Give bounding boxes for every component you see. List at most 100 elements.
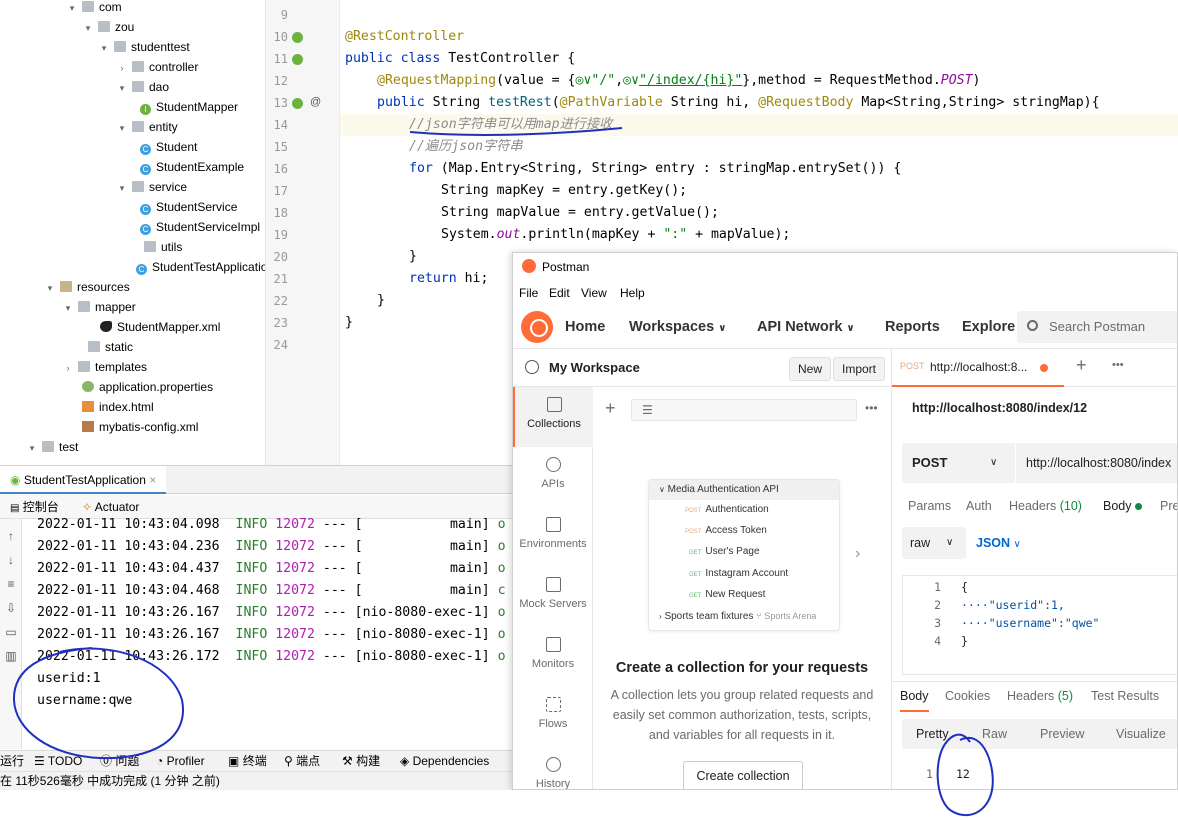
view-raw[interactable]: Raw [982, 719, 1007, 749]
tab-auth[interactable]: Auth [966, 499, 992, 513]
tree-item-studenttest[interactable]: ▾ studenttest [98, 37, 190, 57]
tree-item-studentservice[interactable]: C StudentService [136, 197, 237, 217]
scroll-to-end-icon[interactable]: ⇩ [4, 601, 18, 615]
view-pretty[interactable]: Pretty [916, 719, 949, 749]
nav-workspaces[interactable]: Workspaces ∨ [629, 305, 726, 351]
plus-icon[interactable]: + [1076, 355, 1087, 376]
chevron-down-icon[interactable]: ▾ [98, 38, 110, 58]
nav-api-network[interactable]: API Network ∨ [757, 305, 855, 351]
body-language-select[interactable]: JSON ∨ [976, 527, 1021, 561]
chevron-down-icon[interactable]: ▾ [82, 18, 94, 38]
rail-apis[interactable]: APIs [513, 447, 593, 507]
menu-help[interactable]: Help [620, 281, 645, 305]
tree-item-student[interactable]: C Student [136, 137, 197, 157]
tab-profiler[interactable]: ◔ Profiler [156, 751, 205, 772]
chevron-right-icon[interactable]: › [116, 58, 128, 78]
plus-icon[interactable]: + [605, 397, 616, 419]
tree-item-zou[interactable]: ▾ zou [82, 17, 135, 38]
up-arrow-icon[interactable]: ↑ [4, 529, 18, 543]
run-tab[interactable]: ◉ StudentTestApplication × [0, 466, 167, 494]
tree-item-static[interactable]: static [72, 337, 133, 357]
tree-item-mybatis-config[interactable]: mybatis-config.xml [78, 417, 198, 437]
tree-item-service[interactable]: ▾ service [116, 177, 187, 197]
tab-run[interactable]: 运行 [0, 751, 24, 772]
down-arrow-icon[interactable]: ↓ [4, 553, 18, 567]
soft-wrap-icon[interactable]: ≡ [4, 577, 18, 591]
tree-item-studentserviceimpl[interactable]: C StudentServiceImpl [136, 217, 260, 237]
tab-response-body[interactable]: Body [900, 682, 929, 712]
nav-explore[interactable]: Explore [962, 305, 1015, 349]
import-button[interactable]: Import [833, 357, 886, 381]
create-collection-button[interactable]: Create collection [683, 761, 803, 789]
chevron-down-icon[interactable]: ▾ [62, 298, 74, 318]
spring-mapping-icon[interactable] [292, 98, 303, 109]
tree-item-studentmapper[interactable]: I StudentMapper [136, 97, 238, 117]
tree-item-test[interactable]: ▾ test [26, 437, 79, 458]
menu-view[interactable]: View [581, 281, 607, 305]
tree-item-templates[interactable]: › templates [62, 357, 148, 378]
tab-todo[interactable]: ☰ TODO [34, 751, 82, 772]
rail-mock-servers[interactable]: Mock Servers [513, 567, 593, 627]
tab-params[interactable]: Params [908, 499, 951, 513]
tree-item-dao[interactable]: ▾ dao [116, 77, 169, 97]
postman-logo-icon[interactable] [521, 311, 553, 343]
tree-item-utils[interactable]: utils [128, 237, 182, 257]
view-preview[interactable]: Preview [1040, 719, 1084, 749]
tree-item-mapper[interactable]: ▾ mapper [62, 297, 136, 317]
tree-item-studenttestapplication[interactable]: C StudentTestApplication [132, 257, 265, 277]
tree-item-studentmapper-xml[interactable]: StudentMapper.xml [96, 317, 220, 337]
chevron-down-icon[interactable]: ▾ [116, 78, 128, 98]
view-visualize[interactable]: Visualize [1116, 719, 1166, 749]
more-icon[interactable]: ••• [865, 397, 878, 419]
body-mode-select[interactable]: raw ∨ [902, 527, 966, 559]
chevron-right-icon[interactable]: › [855, 545, 860, 563]
spring-bean-icon[interactable] [292, 54, 303, 65]
search-input[interactable]: Search Postman [1017, 311, 1177, 343]
print-icon[interactable]: ▭ [4, 625, 18, 639]
chevron-down-icon[interactable]: ▾ [116, 178, 128, 198]
tab-build[interactable]: ⚒ 构建 [342, 751, 380, 772]
method-select[interactable]: POST ∨ [902, 443, 1016, 483]
tab-body[interactable]: Body [1103, 499, 1142, 513]
rail-history[interactable]: History [513, 747, 593, 789]
nav-home[interactable]: Home [565, 305, 605, 349]
tree-item-entity[interactable]: ▾ entity [116, 117, 178, 137]
filter-input[interactable]: ☰ [631, 399, 857, 421]
spring-bean-icon[interactable] [292, 32, 303, 43]
tab-problems[interactable]: ⓪ 问题 [100, 751, 139, 772]
tab-test-results[interactable]: Test Results [1091, 682, 1159, 710]
nav-reports[interactable]: Reports [885, 305, 940, 349]
new-button[interactable]: New [789, 357, 832, 381]
tab-dependencies[interactable]: ◈ Dependencies [400, 751, 489, 772]
close-icon[interactable]: × [149, 473, 156, 487]
rail-flows[interactable]: Flows [513, 687, 593, 747]
more-icon[interactable]: ••• [1112, 359, 1124, 371]
tree-item-controller[interactable]: › controller [116, 57, 199, 78]
chevron-down-icon[interactable]: ▾ [66, 0, 78, 18]
tab-response-headers[interactable]: Headers (5) [1007, 682, 1073, 710]
tab-terminal[interactable]: ▣ 终端 [228, 751, 267, 772]
url-input[interactable]: http://localhost:8080/index [1026, 443, 1171, 483]
trash-icon[interactable]: ▥ [4, 649, 18, 663]
request-tab[interactable]: POST http://localhost:8... [892, 349, 1064, 387]
rail-collections[interactable]: Collections [513, 387, 593, 447]
tab-headers[interactable]: Headers (10) [1009, 499, 1082, 513]
tree-item-studentexample[interactable]: C StudentExample [136, 157, 244, 177]
tab-cookies[interactable]: Cookies [945, 682, 990, 710]
chevron-down-icon[interactable]: ▾ [26, 438, 38, 458]
tree-item-com[interactable]: ▾ com [66, 0, 122, 17]
request-body-editor[interactable]: 1 2 3 4 { ····"userid":1, ····"username"… [902, 575, 1177, 675]
chevron-down-icon[interactable]: ▾ [116, 118, 128, 138]
tree-item-resources[interactable]: ▾ resources [44, 277, 130, 297]
rail-monitors[interactable]: Monitors [513, 627, 593, 687]
tree-item-index-html[interactable]: index.html [78, 397, 154, 417]
request-name[interactable]: http://localhost:8080/index/12 [912, 401, 1087, 415]
workspace-name[interactable]: My Workspace [549, 349, 640, 387]
tab-pre-request[interactable]: Pre [1160, 499, 1177, 513]
tree-item-application-properties[interactable]: application.properties [78, 377, 213, 397]
menu-edit[interactable]: Edit [549, 281, 570, 305]
at-annotation-icon[interactable]: @ [310, 97, 321, 108]
tab-endpoints[interactable]: ⚲ 端点 [284, 751, 320, 772]
rail-environments[interactable]: Environments [513, 507, 593, 567]
chevron-right-icon[interactable]: › [62, 358, 74, 378]
